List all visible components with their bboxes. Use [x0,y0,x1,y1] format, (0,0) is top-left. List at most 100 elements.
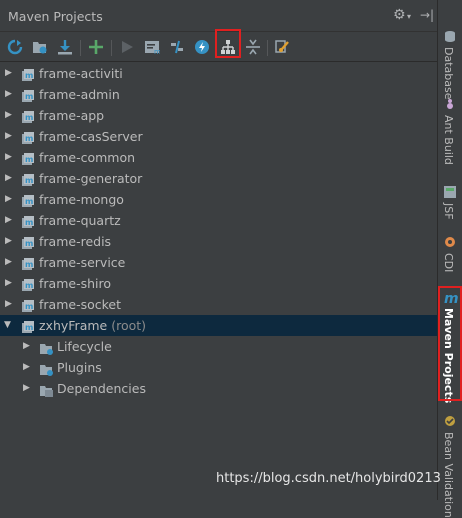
lifecycle-folder-icon [40,340,53,355]
maven-module-icon: m [22,277,35,291]
svg-text:m: m [25,176,33,185]
generate-sources-icon[interactable] [31,39,49,55]
reimport-icon[interactable] [6,39,24,55]
tool-window-label: CDI [442,253,455,273]
tree-row[interactable]: ▶ m frame-common [0,147,437,168]
maven-module-icon: m [22,151,35,165]
tree-row[interactable]: ▶ m frame-service [0,252,437,273]
highlight-box [215,29,241,58]
maven-module-icon: m [22,319,35,333]
maven-module-icon: m [22,298,35,312]
tree-row-lifecycle[interactable]: ▶ Lifecycle [0,336,437,357]
expand-arrow-icon[interactable]: ▶ [23,378,30,399]
expand-arrow-icon[interactable]: ▶ [5,63,12,84]
tree-row[interactable]: ▶ m frame-admin [0,84,437,105]
expand-arrow-icon[interactable]: ▶ [5,126,12,147]
toolbar-separator [267,40,268,56]
svg-text:m: m [25,113,33,122]
expand-arrow-icon[interactable]: ▶ [5,189,12,210]
maven-module-icon: m [22,214,35,228]
expand-arrow-icon[interactable]: ▶ [5,273,12,294]
tree-row[interactable]: ▶ m frame-generator [0,168,437,189]
collapse-arrow-icon[interactable]: ▼ [4,315,11,336]
tree-item-label: frame-common [39,150,136,165]
tree-item-label: Plugins [57,360,102,375]
maven-module-icon: m [22,235,35,249]
tree-item-label: frame-mongo [39,192,124,207]
tree-row[interactable]: ▶ m frame-mongo [0,189,437,210]
project-tree: ▶ m frame-activiti ▶ m frame-admin ▶ m frame-app… [0,63,437,399]
tree-item-label: frame-shiro [39,276,111,291]
tree-item-label: Dependencies [57,381,146,396]
ant-icon [444,98,456,110]
svg-text:m: m [25,323,33,332]
maven-module-icon: m [22,172,35,186]
expand-arrow-icon[interactable]: ▶ [5,105,12,126]
svg-text:m: m [154,48,160,55]
svg-text:m: m [25,281,33,290]
tree-row[interactable]: ▶ m frame-socket [0,294,437,315]
svg-text:m: m [25,218,33,227]
tree-row[interactable]: ▶ m frame-casServer [0,126,437,147]
maven-module-icon: m [22,109,35,123]
panel-header: Maven Projects ⚙ ▾ →| [0,0,437,32]
expand-arrow-icon[interactable]: ▶ [5,294,12,315]
tree-item-label: frame-app [39,108,105,123]
settings-icon[interactable] [274,39,292,55]
svg-text:m: m [25,71,33,80]
collapse-all-icon[interactable] [244,39,262,55]
skip-tests-icon[interactable] [193,39,211,55]
maven-projects-panel: Maven Projects ⚙ ▾ →| m ▶ m frame-activi… [0,0,437,500]
root-suffix: (root) [111,318,147,333]
jsf-icon [444,186,456,198]
tool-window-sidebar: Database Ant Build JSF CDI m Maven Projects Be… [437,0,462,518]
tree-row[interactable]: ▶ m frame-quartz [0,210,437,231]
tree-row[interactable]: ▶ m frame-shiro [0,273,437,294]
tree-item-label: frame-activiti [39,66,123,81]
tool-window-label: Database [442,47,455,100]
toolbar-separator [111,40,112,56]
run-icon[interactable] [118,39,136,55]
chevron-down-icon[interactable]: ▾ [407,12,411,21]
cdi-icon [444,236,456,248]
execute-goal-icon[interactable]: m [143,39,161,55]
tool-window-label: Ant Build [442,115,455,165]
tree-row-plugins[interactable]: ▶ Plugins [0,357,437,378]
tree-row[interactable]: ▶ m frame-activiti [0,63,437,84]
gear-icon[interactable]: ⚙ [393,7,406,23]
expand-arrow-icon[interactable]: ▶ [5,147,12,168]
tree-item-label: frame-admin [39,87,120,102]
tree-item-label: frame-generator [39,171,143,186]
hide-panel-icon[interactable]: →| [420,8,434,22]
svg-text:m: m [25,260,33,269]
maven-module-icon: m [22,130,35,144]
tree-row[interactable]: ▶ m frame-redis [0,231,437,252]
svg-text:m: m [25,134,33,143]
tree-item-label: frame-redis [39,234,112,249]
toolbar-separator [80,40,81,56]
maven-module-icon: m [22,256,35,270]
expand-arrow-icon[interactable]: ▶ [5,168,12,189]
expand-arrow-icon[interactable]: ▶ [5,210,12,231]
root-label: zxhyFrame (root) [39,315,146,336]
expand-arrow-icon[interactable]: ▶ [5,84,12,105]
tree-row-dependencies[interactable]: ▶ Dependencies [0,378,437,399]
tree-row[interactable]: ▶ m frame-app [0,105,437,126]
maven-module-icon: m [22,193,35,207]
toggle-offline-icon[interactable] [168,39,186,55]
svg-text:m: m [25,302,33,311]
tree-item-label: frame-casServer [39,129,143,144]
expand-arrow-icon[interactable]: ▶ [23,357,30,378]
expand-arrow-icon[interactable]: ▶ [5,252,12,273]
expand-arrow-icon[interactable]: ▶ [5,231,12,252]
add-icon[interactable] [87,39,105,55]
panel-title: Maven Projects [8,9,103,24]
watermark: https://blog.csdn.net/holybird0213 [216,471,441,486]
tree-row-root[interactable]: ▼ m zxhyFrame (root) [0,315,437,336]
bean-validation-icon [444,415,456,427]
download-icon[interactable] [56,39,74,55]
expand-arrow-icon[interactable]: ▶ [23,336,30,357]
svg-text:m: m [25,92,33,101]
dependencies-folder-icon [40,382,53,397]
svg-text:m: m [25,155,33,164]
